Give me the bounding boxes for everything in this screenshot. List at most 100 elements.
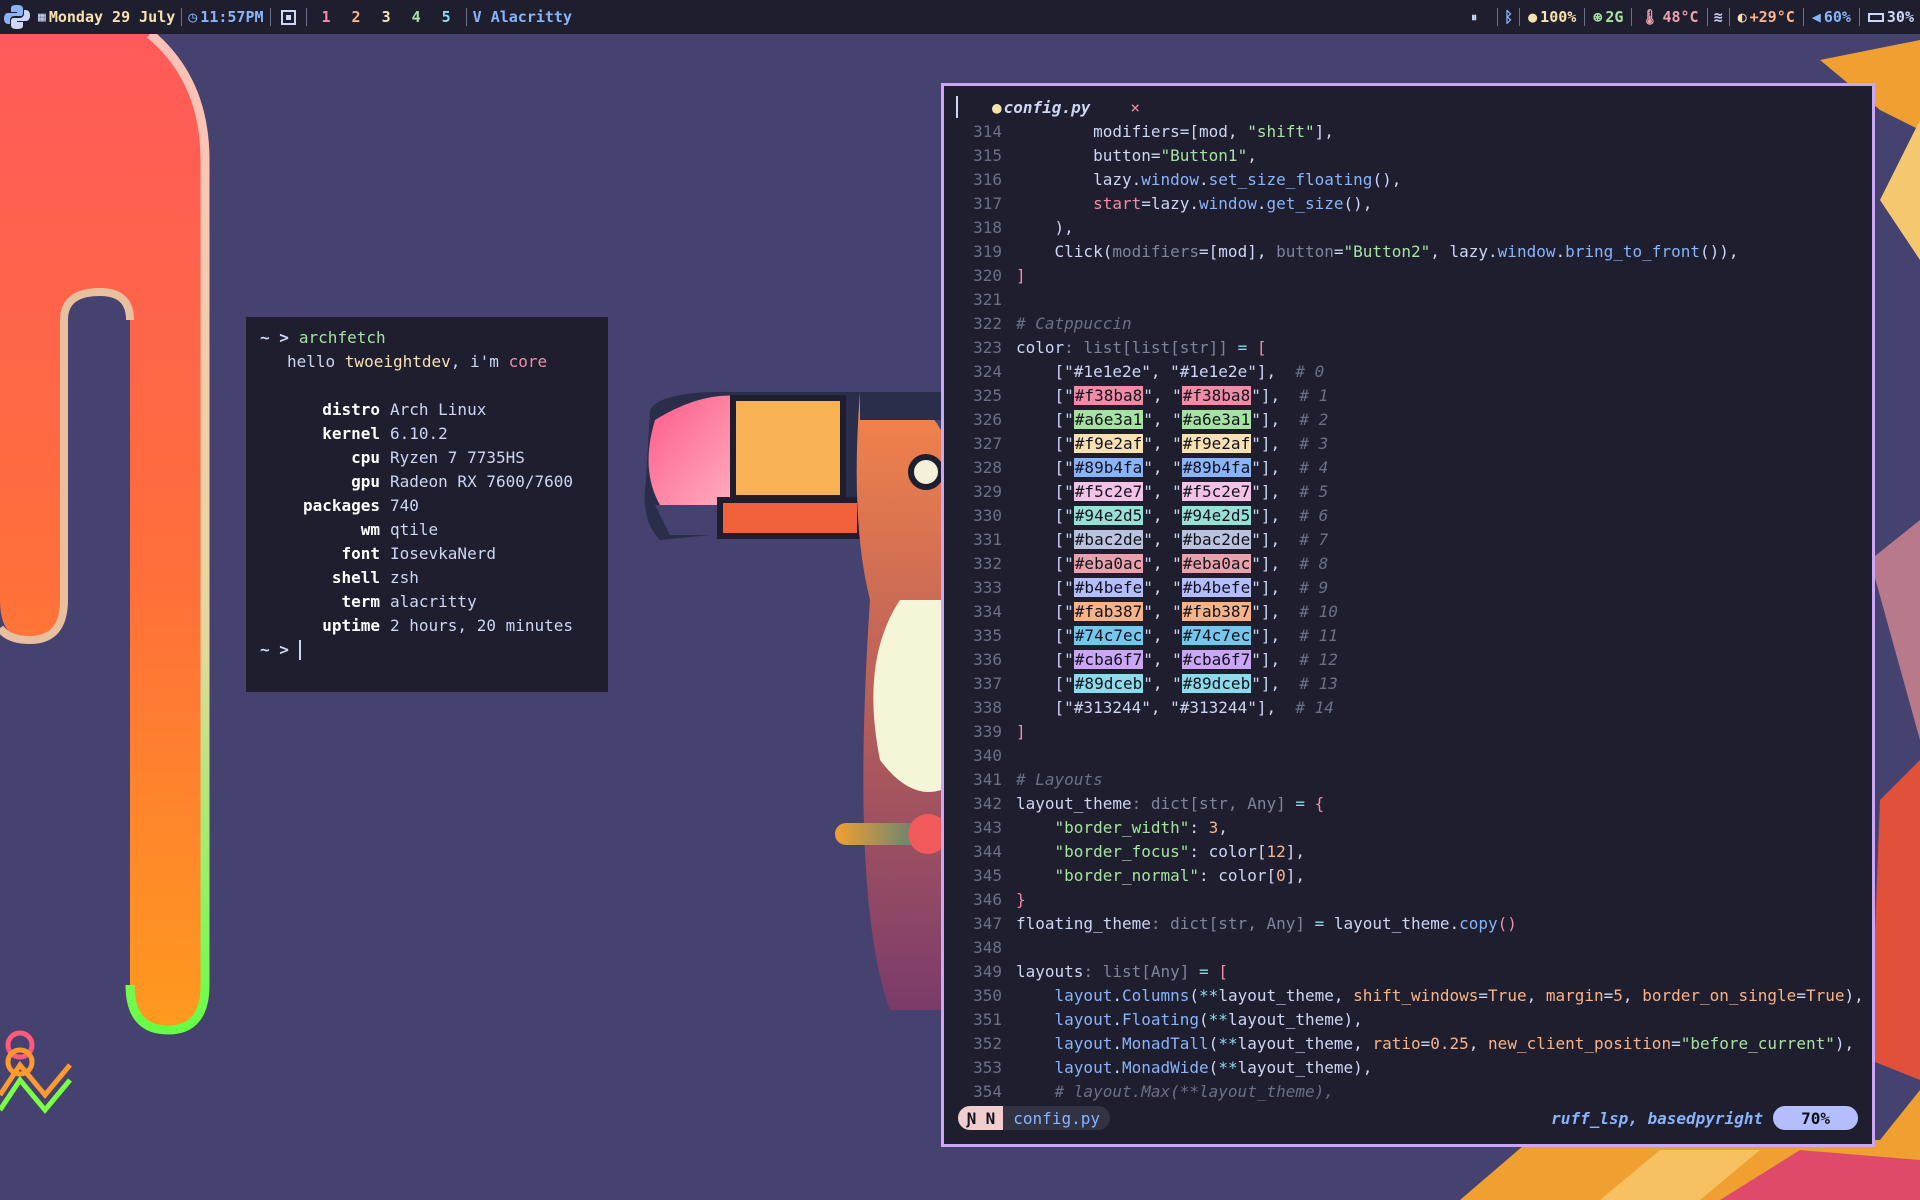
- code-token: .: [1555, 242, 1566, 261]
- code-token: ", ": [1143, 530, 1182, 549]
- layout-icon[interactable]: [280, 9, 296, 25]
- editor-window[interactable]: ● config.py × 314 modifiers=[mod, "shift…: [941, 83, 1875, 1147]
- volume-widget[interactable]: ◀ 60%: [1812, 8, 1851, 26]
- code-token: #89b4fa: [1181, 458, 1252, 477]
- tab-close-icon[interactable]: ×: [1130, 98, 1140, 117]
- code-token: #a6e3a1: [1181, 410, 1252, 429]
- code-area[interactable]: 314 modifiers=[mod, "shift"], 315 button=…: [944, 120, 1872, 1104]
- code-token: .: [1199, 170, 1209, 189]
- prompt-line[interactable]: ~ >: [260, 638, 594, 662]
- line-number: 323: [973, 338, 1002, 357]
- fetch-key: gpu: [351, 472, 380, 491]
- line-number: 341: [973, 770, 1002, 789]
- clock-icon: ◷: [188, 8, 198, 26]
- wifi-icon[interactable]: ≋: [1714, 8, 1723, 26]
- code-line: 319 Click(modifiers=[mod], button="Butto…: [944, 240, 1872, 264]
- line-number: 324: [973, 362, 1002, 381]
- fetch-value: zsh: [390, 568, 419, 587]
- tab-config-py[interactable]: ● config.py ×: [992, 98, 1140, 117]
- code-token: :: [1189, 818, 1209, 837]
- line-number: 342: [973, 794, 1002, 813]
- code-token: : color[: [1199, 866, 1277, 885]
- line-number: 326: [973, 410, 1002, 429]
- greeting-prefix: hello: [287, 352, 345, 371]
- line-number: 315: [973, 146, 1002, 165]
- code-token: "border_width": [1054, 818, 1190, 837]
- code-token: start: [1016, 194, 1142, 213]
- workspace-3[interactable]: 3: [382, 8, 391, 26]
- code-token: # 8: [1299, 554, 1329, 573]
- code-token: ),: [1016, 218, 1074, 237]
- pause-icon[interactable]: ⏸: [1471, 10, 1477, 25]
- line-number: 316: [973, 170, 1002, 189]
- clock-widget[interactable]: ◷ 11:57PM: [188, 8, 263, 26]
- code-line: 327 ["#f9e2af", "#f9e2af"], # 3: [944, 432, 1872, 456]
- code-token: # 9: [1299, 578, 1329, 597]
- divider: [1497, 8, 1499, 26]
- code-line: 340: [944, 744, 1872, 768]
- workspace-1[interactable]: 1: [322, 8, 331, 26]
- code-token: ]: [1016, 266, 1026, 285]
- terminal-window[interactable]: ~ > archfetch hello twoeightdev, i'm cor…: [246, 317, 608, 692]
- code-token: new_client_position: [1488, 1034, 1672, 1053]
- code-token: # 0: [1295, 362, 1325, 381]
- bluetooth-icon[interactable]: ᛒ: [1504, 8, 1513, 26]
- temperature-widget[interactable]: 🌡︎ 48°C: [1640, 8, 1698, 26]
- fetch-key: uptime: [322, 616, 380, 635]
- workspace-2[interactable]: 2: [352, 8, 361, 26]
- code-line: 314 modifiers=[mod, "shift"],: [944, 120, 1872, 144]
- lsp-clients: ruff_lsp, basedpyright: [1551, 1108, 1764, 1128]
- date-widget[interactable]: ▦ Monday 29 July: [38, 8, 175, 26]
- temperature-value: 48°C: [1662, 8, 1699, 26]
- code-line: 320]: [944, 264, 1872, 288]
- divider: [1728, 8, 1730, 26]
- code-token: **: [1199, 986, 1219, 1005]
- fetch-key: term: [341, 592, 380, 611]
- code-line: 330 ["#94e2d5", "#94e2d5"], # 6: [944, 504, 1872, 528]
- code-token: ,: [1526, 986, 1546, 1005]
- code-token: ", ": [1143, 410, 1182, 429]
- battery-widget[interactable]: 30%: [1867, 8, 1914, 26]
- workspace-5[interactable]: 5: [442, 8, 451, 26]
- code-token: .: [1112, 1034, 1122, 1053]
- code-token: [": [1016, 626, 1074, 645]
- code-token: (: [1199, 1010, 1209, 1029]
- code-token: # 11: [1299, 626, 1338, 645]
- code-token: ", ": [1143, 626, 1182, 645]
- code-line: 353 layout.MonadWide(**layout_theme),: [944, 1056, 1872, 1080]
- code-token: "Button1": [1160, 146, 1248, 165]
- code-token: "],: [1251, 434, 1300, 453]
- brightness-widget[interactable]: ● 100%: [1528, 8, 1576, 26]
- python-logo-icon[interactable]: [0, 0, 34, 34]
- divider: [269, 8, 271, 26]
- prompt: ~ >: [260, 328, 289, 347]
- code-token: =: [1478, 986, 1489, 1005]
- fetch-row-gpu: gpu Radeon RX 7600/7600: [260, 470, 594, 494]
- divider: [1706, 8, 1708, 26]
- code-token: shift_windows: [1353, 986, 1479, 1005]
- weather-widget[interactable]: ◐ +29°C: [1738, 8, 1795, 26]
- code-token: layout_theme: [1016, 794, 1132, 813]
- line-number: 318: [973, 218, 1002, 237]
- fetch-row-term: term alacritty: [260, 590, 594, 614]
- code-token: : list[list[str]]: [1064, 338, 1228, 357]
- code-token: ,: [1468, 1034, 1489, 1053]
- code-token: "border_normal": [1054, 866, 1200, 885]
- workspace-4[interactable]: 4: [412, 8, 421, 26]
- code-token: layout_theme,: [1237, 1034, 1373, 1053]
- memory-widget[interactable]: ⊛ 2G: [1593, 8, 1623, 26]
- code-token: #f9e2af: [1073, 434, 1144, 453]
- code-token: MonadTall: [1121, 1034, 1209, 1053]
- code-token: [": [1016, 650, 1074, 669]
- window-title[interactable]: V Alacritty: [473, 8, 572, 26]
- code-token: #fab387: [1073, 602, 1144, 621]
- greeting-mid: , i'm: [450, 352, 509, 371]
- code-line: 350 layout.Columns(**layout_theme, shift…: [944, 984, 1872, 1008]
- speaker-icon: ◀: [1811, 8, 1821, 26]
- top-bar: ▦ Monday 29 July ◷ 11:57PM 1 2 3 4 5 V Alacr…: [0, 0, 1920, 34]
- text-cursor: [298, 640, 301, 660]
- scroll-percent: 70%: [1773, 1106, 1858, 1130]
- line-number: 322: [973, 314, 1002, 333]
